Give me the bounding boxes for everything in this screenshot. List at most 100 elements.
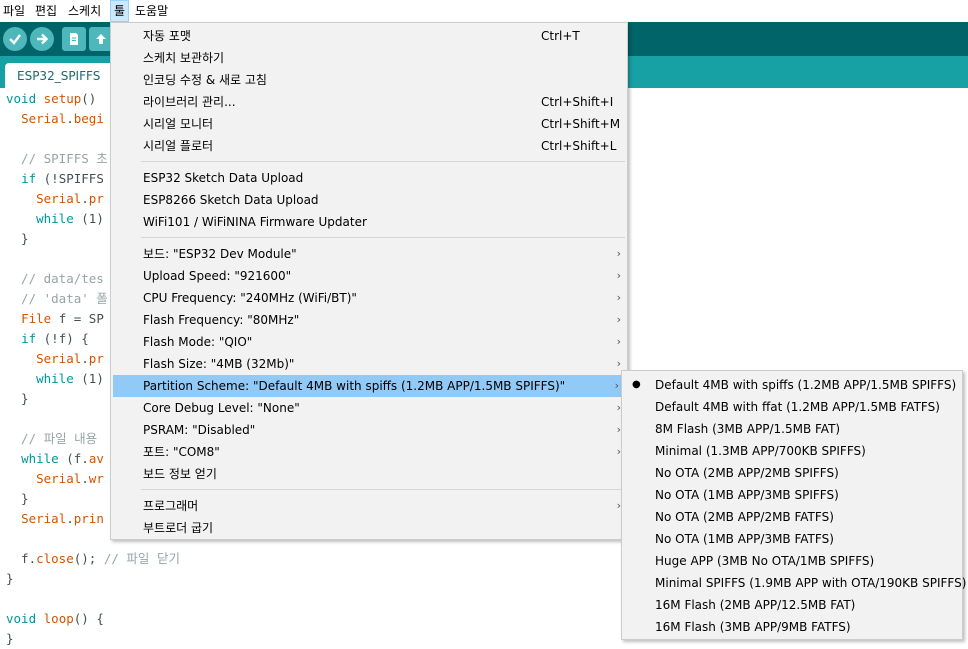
code-token: wr (88, 471, 104, 486)
code-token: // SPIFFS 초 (6, 151, 108, 166)
menu-item-label: 포트: "COM8" (143, 445, 220, 459)
menu-item-label: Flash Frequency: "80MHz" (143, 313, 300, 327)
menu-item-partition-scheme[interactable]: Partition Scheme: "Default 4MB with spif… (113, 375, 625, 397)
menu-tools[interactable]: 툴 (110, 0, 130, 22)
tools-menu: 자동 포맷 Ctrl+T 스케치 보관하기 인코딩 수정 & 새로 고침 라이브러리 관… (110, 22, 628, 540)
code-line[interactable]: } (6, 629, 14, 649)
code-line[interactable]: while (f.av (6, 449, 104, 469)
code-token: Serial (21, 511, 67, 526)
menu-item[interactable]: CPU Frequency: "240MHz (WiFi/BT)" › (111, 287, 627, 309)
code-token: // 파일 닫기 (103, 551, 180, 566)
menu-item[interactable]: WiFi101 / WiFiNINA Firmware Updater (111, 211, 627, 233)
code-line[interactable]: void setup() (6, 89, 96, 109)
menu-item[interactable]: 시리얼 플로터 Ctrl+Shift+L (111, 135, 627, 157)
partition-option-label: Huge APP (3MB No OTA/1MB SPIFFS) (655, 554, 875, 568)
code-line[interactable]: } (6, 569, 14, 589)
code-line[interactable]: if (!SPIFFS (6, 169, 104, 189)
menu-item[interactable]: ESP32 Sketch Data Upload (111, 167, 627, 189)
partition-option[interactable]: No OTA (2MB APP/2MB FATFS) (622, 506, 962, 528)
menu-item[interactable]: 인코딩 수정 & 새로 고침 (111, 69, 627, 91)
menu-file[interactable]: 파일 (0, 0, 28, 22)
code-token: while (21, 451, 59, 466)
code-line[interactable]: Serial.pr (6, 349, 104, 369)
code-line[interactable]: while (1) (6, 209, 104, 229)
code-token: . (81, 191, 89, 206)
verify-button[interactable] (3, 27, 27, 51)
code-token: close (36, 551, 74, 566)
menu-item[interactable]: 포트: "COM8" › (111, 441, 627, 463)
menu-edit[interactable]: 편집 (32, 0, 60, 22)
menu-item[interactable]: 프로그래머 › (111, 495, 627, 517)
code-line[interactable]: } (6, 229, 29, 249)
menu-bar: 파일 편집 스케치 툴 도움말 (0, 0, 968, 22)
partition-option[interactable]: ● Default 4MB with spiffs (1.2MB APP/1.5M… (622, 374, 962, 396)
code-line[interactable]: File f = SP (6, 309, 104, 329)
code-token: void (6, 91, 37, 106)
menu-item[interactable]: 부트로더 굽기 (111, 517, 627, 539)
menu-separator (141, 161, 625, 162)
code-line[interactable]: if (!f) { (6, 329, 89, 349)
partition-option[interactable]: Minimal SPIFFS (1.9MB APP with OTA/190KB… (622, 572, 966, 594)
partition-option[interactable]: No OTA (2MB APP/2MB SPIFFS) (622, 462, 962, 484)
partition-option[interactable]: Default 4MB with ffat (1.2MB APP/1.5MB F… (622, 396, 962, 418)
partition-option-label: 16M Flash (2MB APP/12.5MB FAT) (655, 598, 856, 612)
code-line[interactable]: while (1) (6, 369, 104, 389)
partition-option[interactable]: No OTA (1MB APP/3MB SPIFFS) (622, 484, 962, 506)
menu-help[interactable]: 도움말 (132, 0, 171, 22)
partition-option[interactable]: Minimal (1.3MB APP/700KB SPIFFS) (622, 440, 962, 462)
partition-option[interactable]: 16M Flash (3MB APP/9MB FATFS) (622, 616, 962, 638)
menu-item[interactable]: 스케치 보관하기 (111, 47, 627, 69)
code-line[interactable]: // data/tes (6, 269, 104, 289)
menu-item[interactable]: PSRAM: "Disabled" › (111, 419, 627, 441)
code-token: . (66, 511, 74, 526)
code-line[interactable]: f.close(); // 파일 닫기 (6, 549, 180, 569)
menu-item[interactable]: 보드: "ESP32 Dev Module" › (111, 243, 627, 265)
code-token: } (6, 571, 14, 586)
menu-sketch[interactable]: 스케치 (65, 0, 104, 22)
menu-item-label: 라이브러리 관리... (143, 95, 236, 109)
code-line[interactable]: // SPIFFS 초 (6, 149, 108, 169)
partition-option[interactable]: 16M Flash (2MB APP/12.5MB FAT) (622, 594, 962, 616)
partition-option-label: Default 4MB with ffat (1.2MB APP/1.5MB F… (655, 400, 940, 414)
shortcut-label: Ctrl+Shift+I (541, 95, 614, 109)
partition-option-label: Minimal SPIFFS (1.9MB APP with OTA/190KB… (655, 576, 967, 590)
code-token: (f. (58, 451, 89, 466)
menu-item[interactable]: 자동 포맷 Ctrl+T (111, 25, 627, 47)
partition-option[interactable]: Huge APP (3MB No OTA/1MB SPIFFS) (622, 550, 962, 572)
menu-item[interactable]: ESP8266 Sketch Data Upload (111, 189, 627, 211)
new-sketch-button[interactable] (62, 27, 86, 51)
menu-item[interactable]: Upload Speed: "921600" › (111, 265, 627, 287)
menu-item[interactable]: Core Debug Level: "None" › (111, 397, 627, 419)
code-line[interactable]: void loop() { (6, 609, 104, 629)
code-line[interactable]: Serial.wr (6, 469, 104, 489)
code-line[interactable]: // 'data' 폴 (6, 289, 108, 309)
selected-bullet-icon: ● (632, 379, 641, 390)
code-token: void (6, 611, 37, 626)
menu-item[interactable]: Flash Size: "4MB (32Mb)" › (111, 353, 627, 375)
chevron-right-icon: › (616, 313, 621, 326)
menu-item[interactable]: Flash Frequency: "80MHz" › (111, 309, 627, 331)
code-line[interactable]: Serial.pr (6, 189, 104, 209)
code-line[interactable]: Serial.begi (6, 109, 104, 129)
menu-item-label: Upload Speed: "921600" (143, 269, 292, 283)
partition-option[interactable]: 8M Flash (3MB APP/1.5MB FAT) (622, 418, 962, 440)
menu-item[interactable]: Flash Mode: "QIO" › (111, 331, 627, 353)
tab-esp32-spiffs[interactable]: ESP32_SPIFFS (5, 63, 115, 88)
menu-item[interactable]: 라이브러리 관리... Ctrl+Shift+I (111, 91, 627, 113)
code-line[interactable]: } (6, 489, 29, 509)
code-line[interactable]: // 파일 내용 (6, 429, 97, 449)
code-token: File (21, 311, 52, 326)
partition-option[interactable]: No OTA (1MB APP/3MB FATFS) (622, 528, 962, 550)
code-line[interactable]: } (6, 389, 29, 409)
menu-item[interactable]: 시리얼 모니터 Ctrl+Shift+M (111, 113, 627, 135)
menu-item[interactable]: 보드 정보 얻기 (111, 463, 627, 485)
upload-button[interactable] (30, 27, 54, 51)
code-line[interactable]: Serial.prin (6, 509, 104, 529)
code-token: . (81, 351, 89, 366)
code-token: setup (43, 91, 82, 106)
open-icon (96, 34, 106, 44)
menu-item-label: PSRAM: "Disabled" (143, 423, 256, 437)
